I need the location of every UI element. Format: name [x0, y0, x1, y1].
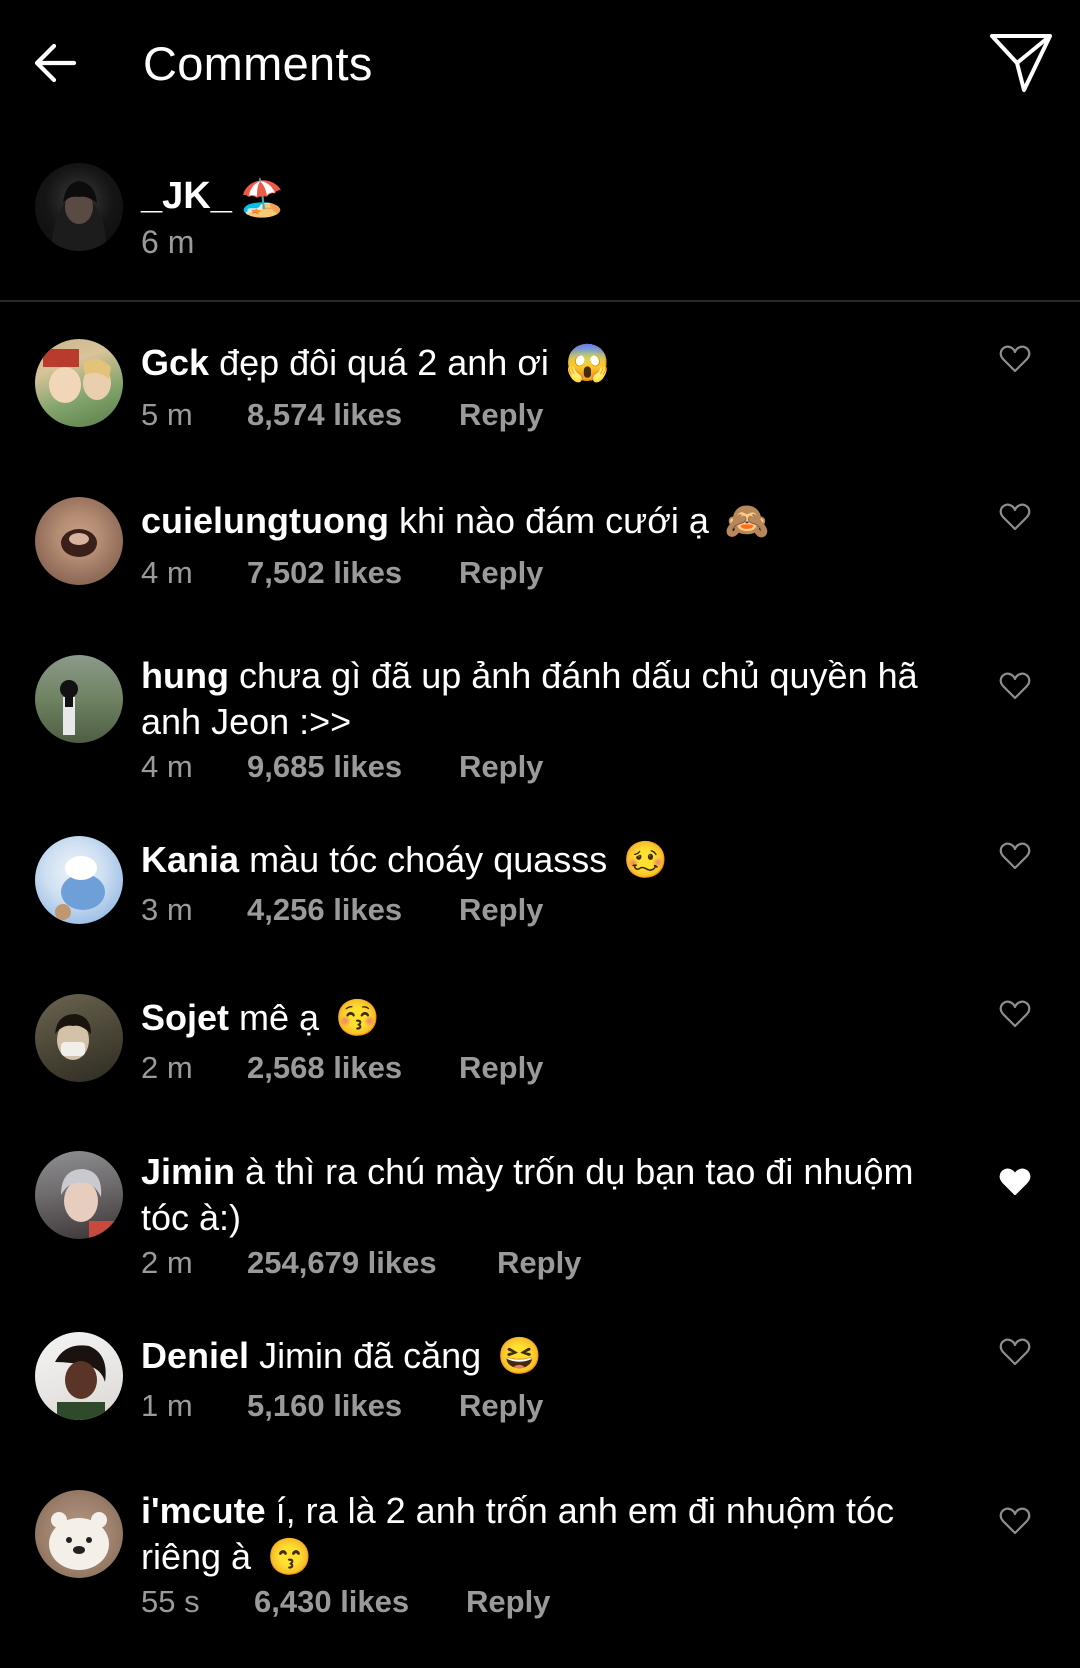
comment-username[interactable]: cuielungtuong — [141, 500, 389, 541]
comment-text: Deniel Jimin đã căng 😆 — [141, 1333, 951, 1379]
comment-body: chưa gì đã up ảnh đánh dấu chủ quyền hã … — [141, 655, 918, 742]
likes-count[interactable]: 5,160 likes — [247, 1388, 402, 1424]
comment-username[interactable]: Deniel — [141, 1335, 249, 1376]
reply-button[interactable]: Reply — [466, 1584, 550, 1620]
comment-username[interactable]: Gck — [141, 342, 209, 383]
comment-body: mê ạ — [239, 997, 320, 1038]
top-bar: Comments — [0, 0, 1080, 130]
reply-button[interactable]: Reply — [497, 1245, 581, 1281]
comment-timestamp: 4 m — [141, 555, 193, 590]
heart-outline-icon[interactable] — [998, 839, 1032, 873]
heart-outline-icon[interactable] — [998, 1504, 1032, 1538]
comment-item: Deniel Jimin đã căng 😆 1 m 5,160 likes R… — [0, 1330, 1080, 1440]
comment-username[interactable]: hung — [141, 655, 229, 696]
avatar[interactable] — [35, 1151, 123, 1239]
comment-body: Jimin đã căng — [259, 1335, 482, 1376]
heart-outline-icon[interactable] — [998, 1335, 1032, 1369]
caption-timestamp: 6 m — [141, 224, 195, 260]
comment-body: đẹp đôi quá 2 anh ơi — [219, 342, 549, 383]
avatar[interactable] — [35, 1490, 123, 1578]
reply-button[interactable]: Reply — [459, 397, 543, 433]
comment-item: Gck đẹp đôi quá 2 anh ơi 😱 5 m 8,574 lik… — [0, 337, 1080, 447]
avatar[interactable] — [35, 163, 123, 251]
avatar[interactable] — [35, 497, 123, 585]
comment-timestamp: 3 m — [141, 892, 193, 927]
grinning-squinting-face-emoji: 😆 — [497, 1335, 543, 1376]
comment-text: cuielungtuong khi nào đám cưới ạ 🙈 — [141, 498, 951, 544]
heart-outline-icon[interactable] — [998, 342, 1032, 376]
beach-umbrella-emoji: 🏖️ — [239, 177, 285, 218]
reply-button[interactable]: Reply — [459, 892, 543, 928]
comment-item: i'mcute í, ra là 2 anh trốn anh em đi nh… — [0, 1488, 1080, 1628]
comment-body: à thì ra chú mày trốn dụ bạn tao đi nhuộ… — [141, 1151, 914, 1238]
comment-item: hung chưa gì đã up ảnh đánh dấu chủ quyề… — [0, 653, 1080, 793]
comment-timestamp: 2 m — [141, 1050, 193, 1085]
avatar[interactable] — [35, 655, 123, 743]
comment-timestamp: 55 s — [141, 1584, 200, 1619]
page-title: Comments — [143, 37, 373, 90]
kissing-smiling-eyes-emoji: 😙 — [267, 1536, 312, 1577]
comment-item: Sojet mê ạ 😚 2 m 2,568 likes Reply — [0, 992, 1080, 1102]
paper-plane-send-icon[interactable] — [988, 30, 1054, 96]
arrow-left-icon[interactable] — [30, 38, 80, 88]
comment-text: Kania màu tóc choáy quasss 🥴 — [141, 837, 951, 883]
likes-count[interactable]: 2,568 likes — [247, 1050, 402, 1086]
comment-text: Sojet mê ạ 😚 — [141, 995, 951, 1041]
comment-username[interactable]: Sojet — [141, 997, 229, 1038]
likes-count[interactable]: 4,256 likes — [247, 892, 402, 928]
comment-item: cuielungtuong khi nào đám cưới ạ 🙈 4 m 7… — [0, 495, 1080, 605]
heart-outline-icon[interactable] — [998, 500, 1032, 534]
caption-username[interactable]: _JK_ 🏖️ — [141, 175, 285, 219]
avatar[interactable] — [35, 339, 123, 427]
heart-outline-icon[interactable] — [998, 669, 1032, 703]
likes-count[interactable]: 7,502 likes — [247, 555, 402, 591]
reply-button[interactable]: Reply — [459, 555, 543, 591]
comment-text: hung chưa gì đã up ảnh đánh dấu chủ quyề… — [141, 653, 951, 745]
comment-username[interactable]: Kania — [141, 839, 239, 880]
likes-count[interactable]: 6,430 likes — [254, 1584, 409, 1620]
heart-filled-icon[interactable] — [998, 1165, 1032, 1199]
comment-text: Gck đẹp đôi quá 2 anh ơi 😱 — [141, 340, 951, 386]
reply-button[interactable]: Reply — [459, 749, 543, 785]
avatar[interactable] — [35, 1332, 123, 1420]
see-no-evil-monkey-emoji: 🙈 — [724, 500, 770, 541]
post-caption: _JK_ 🏖️ 6 m — [0, 155, 1080, 302]
kissing-face-emoji: 😚 — [335, 997, 380, 1038]
comment-username[interactable]: Jimin — [141, 1151, 235, 1192]
reply-button[interactable]: Reply — [459, 1388, 543, 1424]
comment-timestamp: 5 m — [141, 397, 193, 432]
avatar[interactable] — [35, 836, 123, 924]
comment-body: khi nào đám cưới ạ — [398, 500, 709, 541]
heart-outline-icon[interactable] — [998, 997, 1032, 1031]
comment-timestamp: 1 m — [141, 1388, 193, 1423]
comment-timestamp: 4 m — [141, 749, 193, 784]
comment-timestamp: 2 m — [141, 1245, 193, 1280]
comment-item: Kania màu tóc choáy quasss 🥴 3 m 4,256 l… — [0, 834, 1080, 944]
face-screaming-emoji: 😱 — [564, 342, 610, 383]
avatar[interactable] — [35, 994, 123, 1082]
likes-count[interactable]: 8,574 likes — [247, 397, 402, 433]
woozy-face-emoji: 🥴 — [623, 839, 669, 880]
comment-text: Jimin à thì ra chú mày trốn dụ bạn tao đ… — [141, 1149, 951, 1241]
likes-count[interactable]: 254,679 likes — [247, 1245, 437, 1281]
reply-button[interactable]: Reply — [459, 1050, 543, 1086]
comment-body: màu tóc choáy quasss — [249, 839, 608, 880]
comment-text: i'mcute í, ra là 2 anh trốn anh em đi nh… — [141, 1488, 951, 1580]
comment-item: Jimin à thì ra chú mày trốn dụ bạn tao đ… — [0, 1149, 1080, 1289]
comment-username[interactable]: i'mcute — [141, 1490, 266, 1531]
likes-count[interactable]: 9,685 likes — [247, 749, 402, 785]
